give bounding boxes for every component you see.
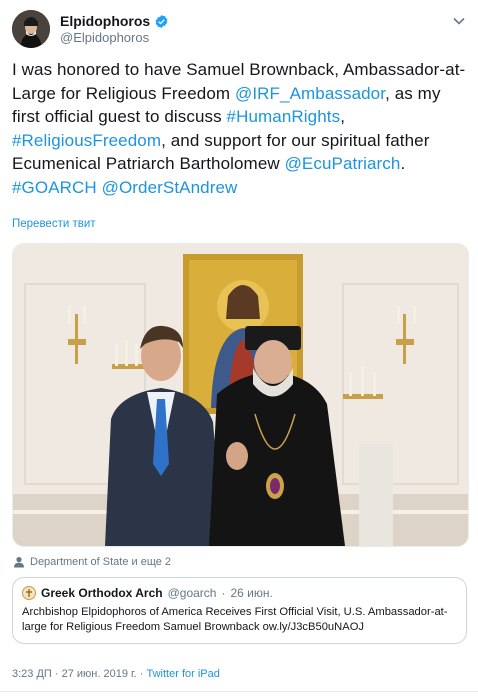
quoted-text: Archbishop Elpidophoros of America Recei…	[22, 606, 448, 633]
tweet-link[interactable]: #GOARCH	[12, 178, 97, 197]
tweet-footer: 3:23 ДП · 27 июн. 2019 г. · Twitter for …	[12, 668, 220, 680]
quoted-author-handle: @goarch	[167, 586, 217, 600]
tweet-source-link[interactable]: Twitter for iPad	[147, 668, 220, 680]
chevron-down-icon[interactable]	[452, 14, 466, 28]
author-avatar[interactable]	[12, 10, 50, 48]
tweet-link[interactable]: #ReligiousFreedom	[12, 131, 161, 150]
tweet-text: I was honored to have Samuel Brownback, …	[12, 58, 468, 200]
tagged-users[interactable]: Department of State и еще 2	[13, 556, 171, 568]
person-tag-icon	[14, 557, 24, 568]
quoted-tweet[interactable]: Greek Orthodox Arch @goarch · 26 июн. Ar…	[12, 577, 467, 644]
tweet-link[interactable]: @EcuPatriarch	[285, 154, 401, 173]
tweet-photo[interactable]	[12, 243, 469, 547]
tweet-link[interactable]: @OrderStAndrew	[102, 178, 238, 197]
quoted-separator: ·	[221, 586, 226, 600]
tweet-text-segment: ,	[340, 107, 350, 127]
quoted-date: 26 июн.	[230, 586, 273, 600]
translate-tweet-link[interactable]: Перевести твит	[12, 218, 96, 230]
quoted-author-name: Greek Orthodox Arch	[41, 586, 163, 600]
verified-badge-icon	[155, 14, 168, 28]
tweet-header: Elpidophoros @Elpidophoros	[12, 10, 468, 50]
tweet-text-segment: .	[400, 154, 415, 174]
tweet-link[interactable]: @IRF_Ambassador	[235, 84, 385, 103]
photo-image	[13, 244, 468, 546]
tagged-label: Department of State и еще 2	[30, 556, 172, 568]
tweet-link[interactable]: #HumanRights	[227, 107, 341, 126]
divider	[0, 691, 478, 692]
author-name[interactable]: Elpidophoros	[60, 13, 150, 29]
quoted-author-avatar	[22, 586, 36, 600]
author-handle[interactable]: @Elpidophoros	[60, 30, 149, 45]
tweet-timestamp[interactable]: 3:23 ДП · 27 июн. 2019 г. ·	[12, 668, 147, 680]
